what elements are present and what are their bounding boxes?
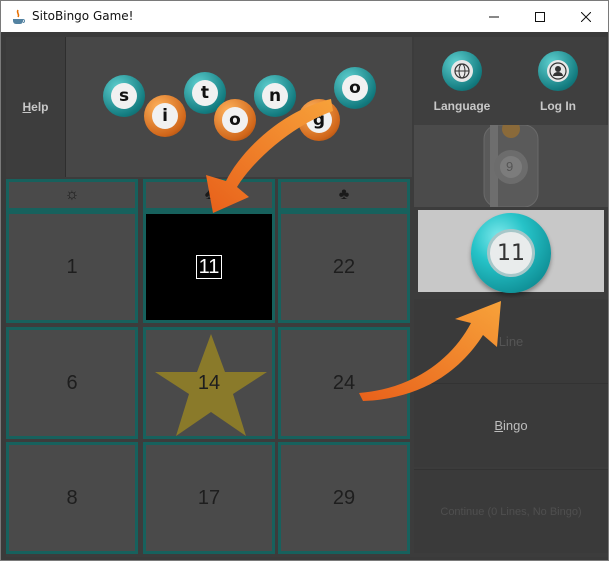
card-cell[interactable]: 17 — [143, 442, 275, 554]
card-cell-selected[interactable]: 11 — [143, 211, 275, 323]
cell-number: 24 — [332, 371, 356, 394]
help-mnemonic: H — [22, 100, 32, 114]
cell-number: 29 — [332, 486, 356, 509]
card-cell[interactable]: 24 — [278, 327, 410, 439]
side-panel: Language Log In 9 11 Line B ingo Continu… — [412, 37, 608, 557]
card-cell[interactable]: 22 — [278, 211, 410, 323]
logo-ball-o2: o — [334, 67, 376, 109]
card-cell[interactable]: 8 — [6, 442, 138, 554]
suit-header: ☼ ♠ ♣ — [6, 179, 412, 211]
line-button[interactable]: Line — [414, 299, 608, 383]
suit-club: ♣ — [278, 179, 410, 211]
suit-spade: ♠ — [143, 179, 275, 211]
logo-ball-s: s — [103, 75, 145, 117]
cell-number: 8 — [66, 486, 78, 509]
globe-icon — [442, 51, 482, 91]
language-button[interactable]: Language — [414, 37, 510, 125]
logo-ball-o: o — [214, 99, 256, 141]
minimize-button[interactable] — [471, 1, 517, 32]
logo-letter-i: i — [152, 103, 178, 129]
app-window: SitoBingo Game! Help s i t o n g o ☼ ♠ ♣… — [0, 0, 609, 561]
logo-letter-t: t — [192, 80, 218, 106]
card-cell[interactable]: 6 — [6, 327, 138, 439]
cell-number: 11 — [195, 255, 223, 279]
current-ball-face: 11 — [487, 229, 535, 277]
login-button[interactable]: Log In — [510, 37, 606, 125]
maximize-icon — [535, 11, 545, 22]
minimize-icon — [489, 16, 499, 17]
language-label: Language — [433, 99, 491, 113]
card-cell-starred[interactable]: 14 — [143, 327, 275, 439]
cell-number: 6 — [66, 371, 78, 394]
logo-letter-s: s — [111, 83, 137, 109]
bingo-mnemonic: B — [494, 418, 504, 433]
maximize-button[interactable] — [517, 1, 563, 32]
login-label: Log In — [540, 99, 576, 113]
current-ball-number: 11 — [497, 240, 525, 266]
cell-number: 14 — [197, 371, 221, 394]
current-ball: 11 — [471, 213, 551, 293]
card-cell[interactable]: 1 — [6, 211, 138, 323]
logo-letter-g: g — [306, 107, 332, 133]
help-button[interactable]: Help — [6, 37, 66, 177]
help-label: elp — [31, 100, 49, 114]
line-label: Line — [498, 333, 524, 349]
tube-ball-number: 9 — [506, 159, 514, 174]
current-ball-panel: 11 — [418, 210, 604, 293]
suit-sun: ☼ — [6, 179, 138, 211]
logo-ball-g: g — [298, 99, 340, 141]
cell-number: 22 — [332, 255, 356, 278]
logo-letter-o2: o — [342, 75, 368, 101]
sitongo-logo: s i t o n g o — [66, 37, 412, 177]
card-cell[interactable]: 29 — [278, 442, 410, 554]
logo-letter-o: o — [222, 107, 248, 133]
logo-ball-i: i — [144, 95, 186, 137]
bingo-label: ingo — [503, 418, 528, 433]
close-button[interactable] — [563, 1, 608, 32]
logo-ball-n: n — [254, 75, 296, 117]
java-app-icon — [13, 9, 25, 24]
bingo-button[interactable]: Bingo — [414, 383, 608, 467]
cell-number: 17 — [197, 486, 221, 509]
user-icon — [538, 51, 578, 91]
cell-number: 1 — [66, 255, 78, 278]
bingo-card: 1 11 22 6 14 24 8 17 29 — [6, 211, 412, 557]
game-area: Help s i t o n g o ☼ ♠ ♣ 1 11 22 6 14 24… — [6, 37, 412, 557]
window-title: SitoBingo Game! — [32, 9, 134, 23]
logo-letter-n: n — [262, 83, 288, 109]
ball-tube: 9 — [414, 125, 608, 207]
continue-button[interactable]: Continue (0 Lines, No Bingo) — [414, 469, 608, 553]
continue-label: Continue (0 Lines, No Bingo) — [440, 505, 582, 518]
close-icon — [581, 11, 591, 22]
title-bar: SitoBingo Game! — [1, 1, 608, 32]
